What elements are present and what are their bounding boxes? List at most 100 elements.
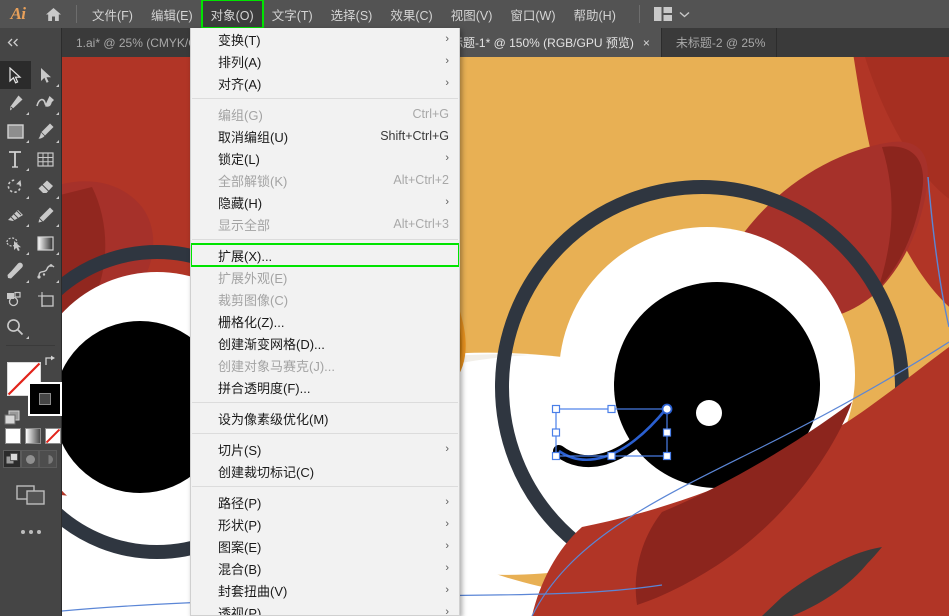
- menu-item-row[interactable]: 图案(E) ›: [191, 535, 459, 557]
- color-mode-gradient[interactable]: [25, 428, 41, 444]
- menu-item-label: 形状(P): [218, 517, 262, 533]
- submenu-arrow-icon: ›: [445, 152, 449, 164]
- default-fill-stroke-icon[interactable]: [4, 410, 21, 431]
- dot-2: [28, 530, 33, 534]
- rectangle-tool[interactable]: [0, 117, 31, 145]
- draw-behind-mode[interactable]: [21, 450, 39, 468]
- draw-normal-mode[interactable]: [3, 450, 21, 468]
- menubar-item-6[interactable]: 视图(V): [442, 0, 502, 28]
- menu-item-label: 路径(P): [218, 495, 262, 511]
- menubar-item-7[interactable]: 窗口(W): [501, 0, 564, 28]
- artboard-tool[interactable]: [31, 285, 62, 313]
- menu-item-row[interactable]: 扩展(X)...: [191, 243, 459, 267]
- type-tool[interactable]: [0, 145, 31, 173]
- selection-tool[interactable]: [0, 61, 31, 89]
- tool-empty-slot: [31, 313, 62, 341]
- menu-item-label: 变换(T): [218, 32, 261, 48]
- menubar-item-0[interactable]: 文件(F): [83, 0, 142, 28]
- menu-separator: [192, 402, 458, 403]
- artboard-overlap-tool[interactable]: [0, 285, 31, 313]
- stroke-color-swatch[interactable]: [28, 382, 62, 416]
- eyedropper-tool[interactable]: [0, 257, 31, 285]
- draw-inside-mode[interactable]: [39, 450, 57, 468]
- menu-item-row[interactable]: 隐藏(H) ›: [191, 191, 459, 213]
- menu-item-label: 裁剪图像(C): [218, 292, 289, 308]
- menu-item-row[interactable]: 变换(T) ›: [191, 28, 459, 50]
- menu-item-row[interactable]: 形状(P) ›: [191, 513, 459, 535]
- tool-flyout-corner-icon: [25, 252, 29, 255]
- menu-item-label: 封套扭曲(V): [218, 583, 288, 599]
- menu-item-row[interactable]: 创建渐变网格(D)...: [191, 332, 459, 354]
- menu-item-row[interactable]: 创建裁切标记(C): [191, 460, 459, 482]
- document-tab-2[interactable]: 未标题-1* @ 150% (RGB/GPU 预览) ×: [424, 28, 662, 57]
- object-menu-dropdown[interactable]: 变换(T) › 排列(A) › 对齐(A) › 编组(G) Ctrl+G 取消编组(U) Shif…: [190, 28, 460, 616]
- menubar-item-8[interactable]: 帮助(H): [565, 0, 625, 28]
- color-mode-none[interactable]: [45, 428, 61, 444]
- submenu-arrow-icon: ›: [445, 55, 449, 67]
- tool-grid: [0, 57, 61, 341]
- menu-item-row[interactable]: 取消编组(U) Shift+Ctrl+G: [191, 125, 459, 147]
- symbol-sprayer-tool[interactable]: [31, 257, 62, 285]
- menu-item-row[interactable]: 混合(B) ›: [191, 557, 459, 579]
- submenu-arrow-icon: ›: [445, 496, 449, 508]
- menu-item-label: 编组(G): [218, 107, 263, 123]
- eraser-tool[interactable]: [31, 173, 62, 201]
- menu-item-row[interactable]: 透视(P) ›: [191, 601, 459, 616]
- workspace-switcher[interactable]: [646, 0, 698, 28]
- menu-separator: [192, 486, 458, 487]
- menu-item-shortcut: Alt+Ctrl+3: [393, 217, 449, 231]
- pencil-tool[interactable]: [31, 201, 62, 229]
- gradient-tool[interactable]: [31, 229, 62, 257]
- workspace-layout-icon: [653, 7, 672, 21]
- tool-flyout-corner-icon: [56, 140, 59, 143]
- menubar-item-2[interactable]: 对象(O): [200, 0, 264, 29]
- rotate-tool[interactable]: [0, 173, 31, 201]
- submenu-arrow-icon: ›: [445, 77, 449, 89]
- submenu-arrow-icon: ›: [445, 443, 449, 455]
- menu-item-row[interactable]: 切片(S) ›: [191, 438, 459, 460]
- submenu-arrow-icon: ›: [445, 33, 449, 45]
- document-tab-3[interactable]: 未标题-2 @ 25%: [662, 28, 778, 57]
- pen-tool[interactable]: [0, 89, 31, 117]
- zoom-tool[interactable]: [0, 313, 31, 341]
- app-logo: Ai: [10, 4, 26, 23]
- menu-separator: [192, 433, 458, 434]
- swap-fill-stroke-icon[interactable]: [43, 354, 57, 372]
- tool-flyout-corner-icon: [25, 336, 29, 339]
- home-icon[interactable]: [36, 0, 70, 28]
- menu-item-row[interactable]: 栅格化(Z)...: [191, 310, 459, 332]
- menu-separator: [192, 239, 458, 240]
- direct-selection-tool[interactable]: [31, 61, 62, 89]
- width-tool[interactable]: [0, 201, 31, 229]
- menu-item-row[interactable]: 锁定(L) ›: [191, 147, 459, 169]
- submenu-arrow-icon: ›: [445, 518, 449, 530]
- change-screen-mode-icon[interactable]: [0, 482, 61, 506]
- menu-item-row[interactable]: 路径(P) ›: [191, 491, 459, 513]
- menu-item-row[interactable]: 排列(A) ›: [191, 50, 459, 72]
- menu-item-label: 创建裁切标记(C): [218, 464, 315, 480]
- fill-stroke-control: [0, 352, 62, 425]
- tool-flyout-corner-icon: [56, 280, 59, 283]
- menu-item-row[interactable]: 封套扭曲(V) ›: [191, 579, 459, 601]
- menu-item-row[interactable]: 设为像素级优化(M): [191, 407, 459, 429]
- document-tab-bar: 1.ai* @ 25% (CMYK/GPU 预览)×6 (CMYK/GPU 预览…: [0, 28, 949, 57]
- paintbrush-tool[interactable]: [31, 117, 62, 145]
- curvature-tool[interactable]: [31, 89, 62, 117]
- close-icon[interactable]: ×: [643, 37, 650, 49]
- menu-item-label: 切片(S): [218, 442, 262, 458]
- menubar-item-5[interactable]: 效果(C): [381, 0, 441, 28]
- tool-flyout-corner-icon: [25, 112, 29, 115]
- menu-item-label: 设为像素级优化(M): [218, 411, 329, 427]
- shape-builder-tool[interactable]: [0, 229, 31, 257]
- menubar-item-1[interactable]: 编辑(E): [142, 0, 202, 28]
- menu-item-row: 显示全部 Alt+Ctrl+3: [191, 213, 459, 235]
- menu-item-row[interactable]: 对齐(A) ›: [191, 72, 459, 94]
- menu-item-label: 取消编组(U): [218, 129, 289, 145]
- menubar-item-4[interactable]: 选择(S): [322, 0, 382, 28]
- collapse-panel-icon[interactable]: [0, 28, 62, 57]
- submenu-arrow-icon: ›: [445, 196, 449, 208]
- edit-toolbar-icon[interactable]: [0, 530, 61, 534]
- menubar-item-3[interactable]: 文字(T): [263, 0, 322, 28]
- perspective-grid-tool[interactable]: [31, 145, 62, 173]
- menu-item-row[interactable]: 拼合透明度(F)...: [191, 376, 459, 398]
